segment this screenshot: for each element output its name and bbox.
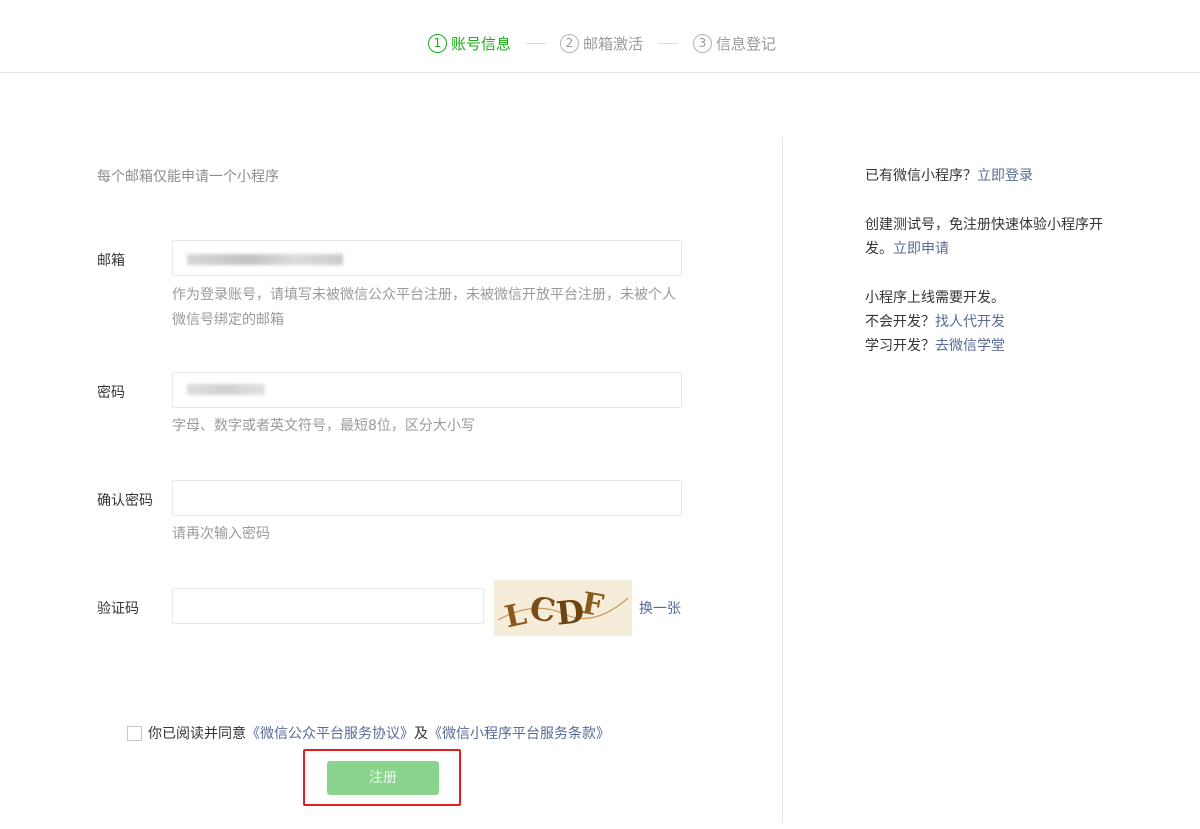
login-question: 已有微信小程序？ (865, 168, 977, 184)
register-page: 1 账号信息 2 邮箱激活 3 信息登记 每个邮箱仅能申请一个小程序 邮箱 作为… (0, 0, 1200, 829)
redacted-email-value (187, 254, 343, 265)
agreement-and: 及 (414, 726, 428, 742)
email-label: 邮箱 (97, 253, 125, 269)
password-label: 密码 (97, 385, 125, 401)
step-label: 信息登记 (716, 34, 777, 53)
dev-question-1: 不会开发？ (865, 314, 935, 330)
password-hint: 字母、数字或者英文符号，最短8位，区分大小写 (172, 418, 475, 434)
find-developer-link[interactable]: 找人代开发 (935, 314, 1005, 330)
email-hint: 作为登录账号，请填写未被微信公众平台注册，未被微信开放平台注册，未被个人微信号绑… (172, 287, 676, 328)
miniprogram-terms-link[interactable]: 《微信小程序平台服务条款》 (428, 723, 610, 743)
captcha-label: 验证码 (97, 601, 139, 617)
sidebar-dev-help: 小程序上线需要开发。 不会开发？找人代开发 学习开发？去微信学堂 (865, 286, 1145, 358)
dev-question-2: 学习开发？ (865, 338, 935, 354)
wechat-academy-link[interactable]: 去微信学堂 (935, 338, 1005, 354)
agreement-prefix: 你已阅读并同意 (148, 726, 246, 742)
password-field[interactable] (172, 372, 682, 408)
step-number-2: 2 (560, 33, 579, 53)
step-info-registration: 3 信息登记 (693, 32, 776, 54)
step-number-1: 1 (428, 33, 447, 53)
step-email-activation: 2 邮箱激活 (560, 32, 643, 54)
apply-test-account-link[interactable]: 立即申请 (893, 241, 949, 257)
captcha-graphic: L C D F (494, 580, 632, 636)
dev-help-row-2: 学习开发？去微信学堂 (865, 334, 1145, 358)
dev-note: 小程序上线需要开发。 (865, 290, 1005, 306)
step-connector (658, 43, 678, 44)
agreement-row: 你已阅读并同意 《微信公众平台服务协议》 及 《微信小程序平台服务条款》 (127, 723, 610, 743)
step-label: 邮箱激活 (583, 34, 644, 53)
captcha-image[interactable]: L C D F (494, 580, 632, 636)
masked-password-value (187, 384, 265, 395)
vertical-divider (782, 137, 783, 823)
agreement-checkbox[interactable] (127, 725, 142, 741)
step-connector (526, 43, 546, 44)
service-agreement-link[interactable]: 《微信公众平台服务协议》 (246, 723, 414, 743)
dev-help-row-1: 不会开发？找人代开发 (865, 310, 1145, 334)
step-number-3: 3 (693, 33, 712, 53)
confirm-password-field[interactable] (172, 480, 682, 516)
sidebar-test-account: 创建测试号，免注册快速体验小程序开发。立即申请 (865, 213, 1130, 261)
step-label: 账号信息 (451, 34, 512, 53)
steps-header: 1 账号信息 2 邮箱激活 3 信息登记 (0, 0, 1200, 73)
login-link[interactable]: 立即登录 (977, 168, 1033, 184)
form-tip: 每个邮箱仅能申请一个小程序 (97, 169, 279, 185)
confirm-password-label: 确认密码 (97, 493, 153, 509)
captcha-refresh-link[interactable]: 换一张 (639, 598, 681, 618)
sidebar-login: 已有微信小程序？立即登录 (865, 164, 1145, 188)
captcha-input[interactable] (172, 588, 484, 624)
confirm-password-hint: 请再次输入密码 (172, 526, 270, 542)
register-button[interactable]: 注册 (327, 761, 439, 795)
email-field[interactable] (172, 240, 682, 276)
step-account-info: 1 账号信息 (428, 32, 511, 54)
